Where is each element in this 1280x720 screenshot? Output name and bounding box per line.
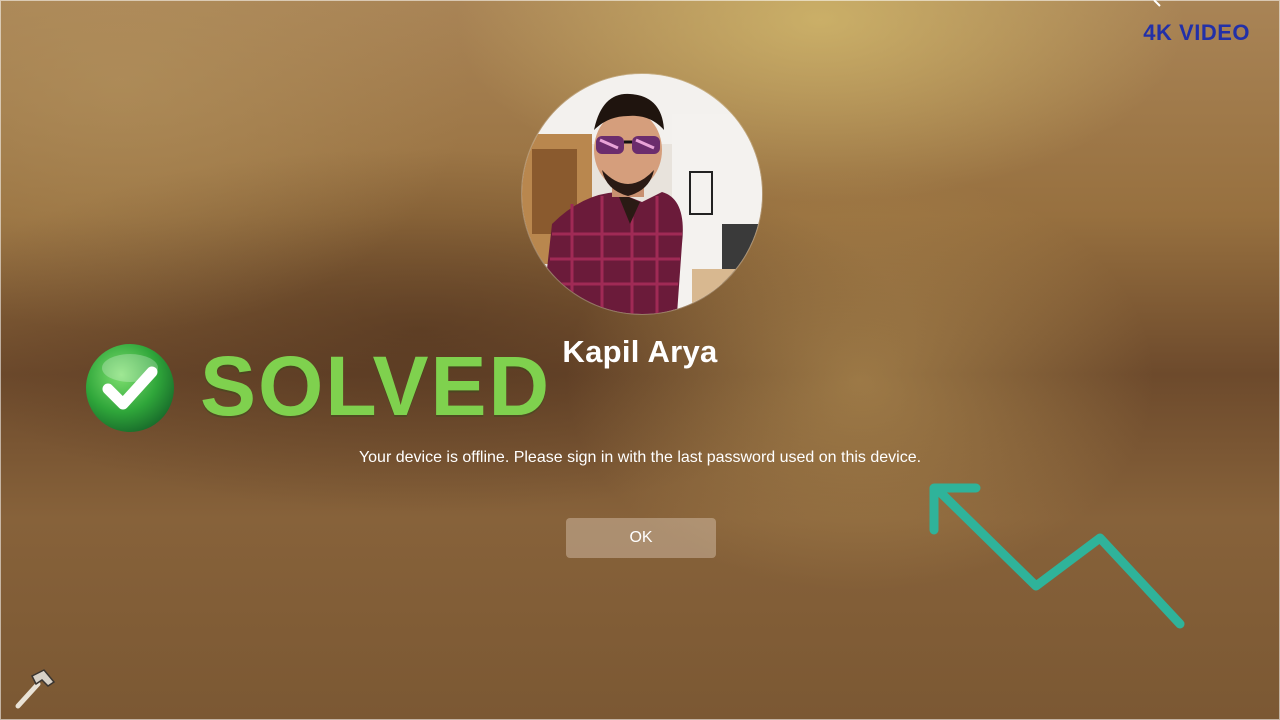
user-photo-icon (522, 74, 762, 314)
user-avatar (522, 74, 762, 314)
video-quality-badge: 4K VIDEO (1143, 20, 1250, 45)
ok-button[interactable]: OK (566, 518, 716, 558)
offline-message: Your device is offline. Please sign in w… (358, 449, 922, 466)
cursor-fragment-icon (1153, 0, 1161, 7)
hammer-icon (15, 669, 56, 709)
check-circle-icon (86, 344, 174, 432)
user-name: Kapil Arya (562, 334, 718, 369)
arrow-up-left-icon (929, 483, 1185, 629)
solved-label: SOLVED (200, 339, 552, 433)
